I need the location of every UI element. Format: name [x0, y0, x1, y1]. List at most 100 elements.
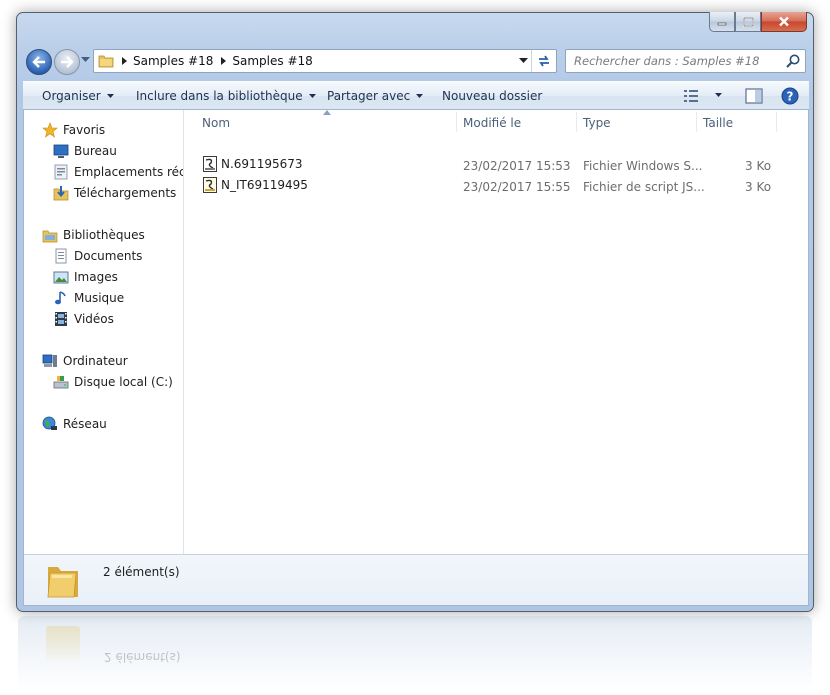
- desktop-icon: [53, 144, 69, 158]
- nav-computer[interactable]: Ordinateur: [42, 352, 128, 370]
- file-type: Fichier de script JS...: [583, 180, 705, 194]
- search-input[interactable]: [572, 53, 776, 69]
- command-bar: Organiser Inclure dans la bibliothèque P…: [23, 81, 809, 111]
- nav-network-label: Réseau: [63, 417, 107, 431]
- file-size: 3 Ko: [745, 159, 772, 173]
- breadcrumb-item[interactable]: Samples #18: [133, 54, 213, 68]
- nav-item-label: Documents: [74, 249, 143, 263]
- back-button[interactable]: [26, 49, 52, 75]
- chevron-down-icon: [106, 94, 114, 98]
- downloads-icon: [53, 186, 69, 201]
- share-with-label: Partager avec: [327, 89, 411, 103]
- window-reflection: 2 élément(s): [18, 616, 812, 691]
- file-row[interactable]: N_IT69119495 23/02/2017 15:55 Fichier de…: [184, 177, 804, 197]
- nav-item-label: Emplacements récents: [74, 165, 184, 179]
- network-icon: [42, 416, 57, 430]
- breadcrumb-separator-icon: [122, 57, 127, 65]
- preview-pane-icon[interactable]: [745, 88, 763, 104]
- nav-item-videos[interactable]: Vidéos: [53, 310, 114, 328]
- nav-item-label: Téléchargements: [74, 186, 177, 200]
- star-icon: [42, 122, 58, 138]
- column-divider[interactable]: [776, 112, 777, 132]
- documents-icon: [55, 248, 67, 264]
- column-header-name[interactable]: Nom: [202, 116, 230, 138]
- file-name-cell: N_IT69119495: [202, 177, 308, 193]
- organize-menu[interactable]: Organiser: [42, 89, 114, 103]
- nav-item-images[interactable]: Images: [53, 268, 118, 286]
- new-folder-label: Nouveau dossier: [442, 89, 543, 103]
- arrow-left-icon: [32, 56, 45, 68]
- images-icon: [53, 271, 69, 284]
- file-size: 3 Ko: [745, 180, 772, 194]
- address-dropdown-icon[interactable]: [519, 58, 528, 64]
- column-divider[interactable]: [456, 112, 457, 132]
- script-file-icon: [203, 177, 217, 193]
- nav-item-label: Images: [74, 270, 118, 284]
- local-disk-icon: [53, 376, 69, 389]
- nav-libraries-label: Bibliothèques: [63, 228, 145, 242]
- column-divider[interactable]: [696, 112, 697, 132]
- nav-item-documents[interactable]: Documents: [53, 247, 142, 265]
- maximize-button[interactable]: [735, 12, 761, 32]
- file-modified: 23/02/2017 15:55: [463, 180, 571, 194]
- close-button[interactable]: [761, 12, 807, 32]
- minimize-button[interactable]: [709, 12, 735, 32]
- script-file-icon: [203, 156, 217, 172]
- recent-pages-dropdown[interactable]: [81, 57, 90, 63]
- view-dropdown-icon[interactable]: [715, 93, 722, 97]
- new-folder-button[interactable]: Nouveau dossier: [442, 89, 542, 103]
- window-caption-buttons: [709, 12, 807, 32]
- content-frame: Favoris Bureau Emplacements récents Télé…: [23, 109, 809, 606]
- include-library-menu[interactable]: Inclure dans la bibliothèque: [136, 89, 316, 103]
- column-header-type[interactable]: Type: [583, 116, 611, 138]
- file-modified: 23/02/2017 15:53: [463, 159, 571, 173]
- include-library-label: Inclure dans la bibliothèque: [136, 89, 303, 103]
- nav-item-label: Vidéos: [74, 312, 114, 326]
- breadcrumb-item[interactable]: Samples #18: [232, 54, 312, 68]
- view-options-icon[interactable]: [683, 88, 701, 104]
- column-divider[interactable]: [576, 112, 577, 132]
- libraries-icon: [42, 230, 58, 243]
- refresh-icon: [539, 55, 549, 67]
- nav-item-label: Musique: [74, 291, 125, 305]
- maximize-icon: [742, 16, 754, 27]
- nav-item-label: Bureau: [74, 144, 117, 158]
- nav-network[interactable]: Réseau: [42, 415, 107, 433]
- breadcrumb-separator-icon: [221, 57, 227, 65]
- help-icon[interactable]: ?: [781, 87, 799, 105]
- organize-label: Organiser: [42, 89, 101, 103]
- column-header-modified[interactable]: Modifié le: [463, 116, 521, 138]
- videos-icon: [55, 312, 67, 326]
- file-name-cell: N.691195673: [202, 156, 303, 172]
- folder-icon: [47, 567, 78, 598]
- search-box: [565, 49, 806, 73]
- minimize-icon: [717, 22, 727, 25]
- share-with-menu[interactable]: Partager avec: [327, 89, 424, 103]
- chevron-down-icon: [416, 94, 424, 98]
- nav-item-downloads[interactable]: Téléchargements: [53, 184, 176, 202]
- nav-computer-label: Ordinateur: [63, 354, 128, 368]
- file-row[interactable]: N.691195673 23/02/2017 15:53 Fichier Win…: [184, 156, 804, 176]
- nav-item-bureau[interactable]: Bureau: [53, 142, 117, 160]
- nav-favorites-label: Favoris: [63, 123, 106, 137]
- nav-item-label: Disque local (C:): [74, 375, 173, 389]
- search-button[interactable]: [785, 53, 801, 72]
- explorer-window: Samples #18 Samples #18 Organiser Inclur…: [16, 12, 814, 612]
- file-name: N.691195673: [221, 157, 303, 171]
- music-icon: [55, 291, 66, 305]
- nav-item-music[interactable]: Musique: [53, 289, 124, 307]
- nav-item-local-disk[interactable]: Disque local (C:): [53, 373, 173, 391]
- details-pane: 2 élément(s): [24, 554, 808, 605]
- file-type: Fichier Windows S...: [583, 159, 703, 173]
- column-header-size[interactable]: Taille: [703, 116, 733, 138]
- refresh-button[interactable]: [531, 50, 556, 72]
- svg-text:?: ?: [787, 90, 794, 104]
- nav-favorites[interactable]: Favoris: [42, 121, 105, 139]
- nav-item-recent-places[interactable]: Emplacements récents: [53, 163, 184, 181]
- address-bar[interactable]: Samples #18 Samples #18: [93, 49, 557, 73]
- nav-libraries[interactable]: Bibliothèques: [42, 226, 145, 244]
- file-list: Nom Modifié le Type Taille N.691195673 2…: [184, 110, 808, 556]
- close-icon: [779, 16, 789, 27]
- forward-button[interactable]: [54, 49, 80, 75]
- item-count-reflection: 2 élément(s): [104, 650, 181, 664]
